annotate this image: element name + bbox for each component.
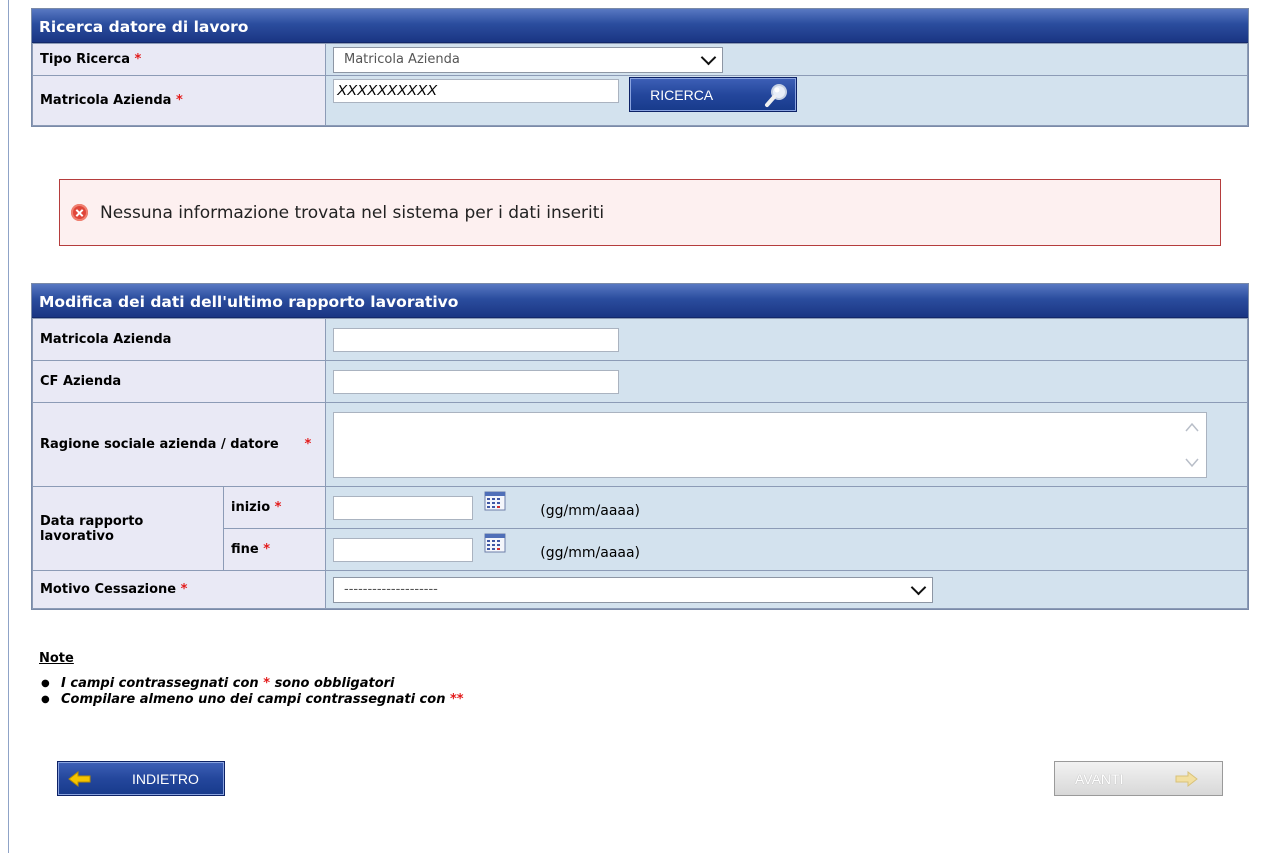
edit-employment-panel: Modifica dei dati dell'ultimo rapporto l… <box>31 283 1249 610</box>
fine-label: fine * <box>222 528 327 571</box>
ricerca-button-label: RICERCA <box>650 86 714 103</box>
search-form: Tipo Ricerca * Matricola Azienda Matrico… <box>32 43 1248 126</box>
motivo-selected-value: -------------------- <box>344 582 438 597</box>
edit-form: Matricola Azienda CF Azienda Ragione soc… <box>31 318 1248 609</box>
avanti-button[interactable]: AVANTI <box>1054 761 1223 796</box>
search-panel-title: Ricerca datore di lavoro <box>32 9 1248 43</box>
indietro-button[interactable]: INDIETRO <box>57 761 225 796</box>
edit-panel-title: Modifica dei dati dell'ultimo rapporto l… <box>32 284 1248 318</box>
ragione-sociale-textarea[interactable] <box>333 411 1208 478</box>
matricola-azienda-label: Matricola Azienda <box>31 318 327 361</box>
motivo-cessazione-select[interactable]: -------------------- <box>333 576 934 603</box>
search-employer-panel: Ricerca datore di lavoro Tipo Ricerca * … <box>31 8 1249 127</box>
chevron-down-icon <box>700 49 717 65</box>
date-format-hint: (gg/mm/aaaa) <box>540 544 641 561</box>
notes-title: Note <box>39 651 74 666</box>
indietro-button-label: INDIETRO <box>132 770 199 787</box>
arrow-right-icon <box>1175 770 1198 787</box>
tipo-ricerca-select[interactable]: Matricola Azienda <box>333 46 723 73</box>
avanti-button-label: AVANTI <box>1075 770 1124 787</box>
note-item: Compilare almeno uno dei campi contrasse… <box>39 692 464 708</box>
cf-azienda-input[interactable] <box>333 369 620 394</box>
error-message-text: Nessuna informazione trovata nel sistema… <box>100 202 605 223</box>
error-message-box: Nessuna informazione trovata nel sistema… <box>59 179 1221 246</box>
arrow-left-icon <box>68 770 91 787</box>
notes-list: I campi contrassegnati con * sono obblig… <box>39 676 464 708</box>
textarea-scrollbar[interactable] <box>1184 413 1200 477</box>
motivo-cessazione-label: Motivo Cessazione * <box>31 570 327 609</box>
data-fine-input[interactable] <box>333 537 474 562</box>
calendar-icon[interactable] <box>484 533 506 553</box>
error-icon <box>71 204 88 221</box>
data-rapporto-label: Data rapporto lavorativo <box>32 486 224 571</box>
tipo-ricerca-selected-value: Matricola Azienda <box>344 52 460 67</box>
matricola-search-label: Matricola Azienda * <box>32 75 326 126</box>
ricerca-button[interactable]: RICERCA <box>629 77 798 112</box>
inizio-label: inizio * <box>222 486 327 529</box>
cf-azienda-label: CF Azienda <box>31 360 327 403</box>
tipo-ricerca-label: Tipo Ricerca * <box>32 43 326 76</box>
magnifier-icon <box>765 83 788 107</box>
data-inizio-input[interactable] <box>333 495 474 520</box>
matricola-search-input[interactable]: XXXXXXXXXX <box>333 78 619 103</box>
date-format-hint: (gg/mm/aaaa) <box>540 502 641 519</box>
chevron-down-icon <box>910 579 927 595</box>
ragione-sociale-label: Ragione sociale azienda / datore * <box>31 402 327 487</box>
calendar-icon[interactable] <box>484 491 506 511</box>
page-left-border <box>8 0 9 853</box>
matricola-azienda-input[interactable] <box>333 327 620 352</box>
note-item: I campi contrassegnati con * sono obblig… <box>39 676 464 692</box>
